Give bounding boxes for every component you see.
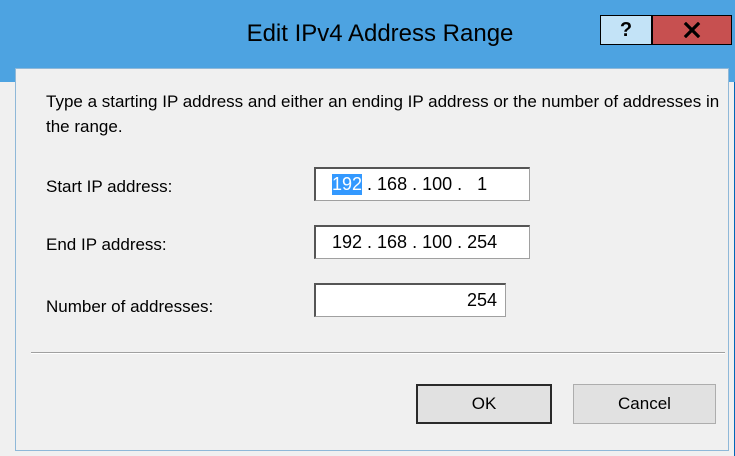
cancel-button[interactable]: Cancel	[573, 384, 716, 424]
end-ip-input[interactable]: 192 . 168 . 100 . 254	[314, 225, 530, 259]
dialog-body: Type a starting IP address and either an…	[15, 68, 729, 451]
address-count-value: 254	[466, 290, 497, 310]
close-button[interactable]	[652, 15, 732, 45]
start-ip-octet-selected: 192	[332, 174, 363, 195]
start-ip-input[interactable]: 192 . 168 . 100 . 1	[314, 167, 530, 201]
start-ip-rest: . 168 . 100 . 1	[362, 174, 488, 194]
address-count-input[interactable]: 254	[314, 283, 506, 317]
ok-button[interactable]: OK	[416, 384, 552, 424]
close-icon	[683, 22, 701, 38]
question-mark-icon: ?	[619, 18, 633, 41]
end-ip-value: 192 . 168 . 100 . 254	[332, 232, 498, 252]
help-button[interactable]: ?	[600, 15, 652, 45]
start-ip-label: Start IP address:	[46, 177, 173, 196]
end-ip-label: End IP address:	[46, 235, 167, 254]
dialog-window: Edit IPv4 Address Range ? Type a startin…	[0, 0, 735, 456]
separator	[31, 352, 725, 354]
instructions-text: Type a starting IP address and either an…	[46, 92, 720, 136]
address-count-label: Number of addresses:	[46, 297, 214, 316]
